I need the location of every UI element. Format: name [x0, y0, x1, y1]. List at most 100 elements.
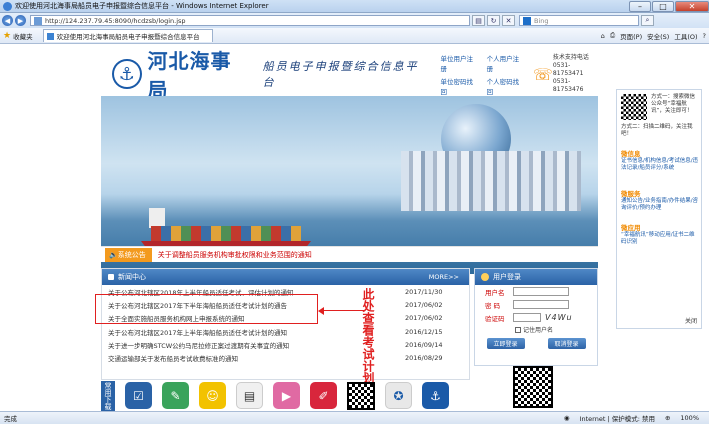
zone-text: Internet | 保护模式: 禁用	[579, 415, 655, 423]
remember-row: 记住用户名	[475, 324, 597, 335]
side-promo-panel: 方式一：搜索微信公众号“幸福航讯”，关注即可！ 方式二：扫描二维码，关注我吧！ …	[616, 89, 702, 329]
side-close-link[interactable]: 关闭	[685, 316, 697, 325]
header-links: 单位用户注册 个人用户注册 单位密码找回 个人密码找回	[440, 53, 524, 96]
zoom-icon[interactable]: ⊕	[665, 414, 670, 422]
app-qr-icon[interactable]	[347, 381, 375, 410]
login-buttons: 立即登录 取消登录	[475, 338, 597, 349]
cancel-button[interactable]: 取消登录	[547, 338, 586, 349]
annotation-arrowhead	[318, 307, 324, 315]
wechat-qr-icon	[621, 94, 647, 120]
person-password-link[interactable]: 个人密码找回	[487, 76, 525, 96]
tools-menu[interactable]: 工具(O)	[674, 31, 697, 41]
ship-bridge	[149, 208, 165, 228]
qr-method-two: 方式二：扫描二维码，关注我吧！	[621, 124, 693, 137]
badge-icon[interactable]: ✪	[385, 382, 412, 409]
forward-icon[interactable]: ▶	[15, 15, 26, 26]
help-icon[interactable]: ?	[703, 32, 706, 40]
brand-title: 河北海事局	[147, 49, 232, 102]
support-info: 技术支持电话 0531-81753471 0531-81753476	[552, 54, 589, 93]
checklist-icon[interactable]: ☑	[125, 382, 152, 409]
minimize-button[interactable]: –	[629, 0, 651, 12]
remember-checkbox[interactable]	[515, 326, 521, 333]
address-bar-row: ◀ ▶ http://124.237.79.45:8090/hcdzsb/log…	[0, 13, 709, 28]
news-row[interactable]: 交通运输部关于发布船员考试收费标准的通知 2016/08/29	[102, 351, 469, 364]
city-graphic	[401, 151, 581, 211]
password-input[interactable]	[513, 300, 569, 309]
anchor-icon[interactable]: ⚓	[422, 382, 449, 409]
compat-icon[interactable]: ▤	[472, 15, 485, 26]
news-header: 新闻中心 MORE>>	[102, 269, 469, 285]
browser-tab[interactable]: 欢迎使用河北海事局船员电子申报暨综合信息平台	[42, 29, 213, 42]
maximize-button[interactable]: □	[652, 0, 674, 12]
address-input[interactable]: http://124.237.79.45:8090/hcdzsb/login.j…	[30, 15, 470, 26]
anchor-logo-icon: ⚓	[112, 59, 142, 89]
ship-containers	[151, 226, 301, 242]
zoom-level[interactable]: 100%	[680, 414, 699, 422]
annotation-text: 此处查看考试计划	[361, 288, 375, 384]
favorites-button[interactable]: ★ 收藏夹	[3, 31, 33, 41]
more-link[interactable]: MORE>>	[429, 273, 459, 281]
refresh-icon[interactable]: ↻	[487, 15, 500, 26]
safety-menu[interactable]: 安全(S)	[647, 31, 669, 41]
notice-bar: 🔈 系统公告 关于调整船员服务机构审批权限和业务范围的通知	[101, 246, 598, 262]
qr-code	[513, 366, 553, 408]
login-header: 用户登录	[475, 269, 597, 285]
weixin-items: 证书信息/机构信息/考试信息/违法记录/船员评分/系统	[621, 158, 699, 171]
back-icon[interactable]: ◀	[2, 15, 13, 26]
status-right: ◉ Internet | 保护模式: 禁用 ⊕ 100%	[564, 413, 709, 423]
username-input[interactable]	[513, 287, 569, 296]
page-menu[interactable]: 页面(P)	[620, 31, 642, 41]
command-bar: ⌂ ⎙ 页面(P) 安全(S) 工具(O) ?	[596, 31, 709, 41]
status-text: 完成	[4, 415, 17, 423]
page-content: ⚓ 河北海事局 船员电子申报暨综合信息平台 单位用户注册 个人用户注册 单位密码…	[0, 44, 709, 411]
captcha-image[interactable]: V4Wu	[545, 313, 573, 322]
phone-icon: ☏	[532, 64, 553, 84]
login-panel: 用户登录 用户名 密 码 验证码 V4Wu 记住用户名 立即登录 取消登录	[474, 268, 598, 366]
speaker-icon: 🔈	[109, 250, 118, 259]
close-button[interactable]: ✕	[675, 0, 709, 12]
tab-page-icon	[46, 32, 54, 40]
captcha-input[interactable]	[513, 313, 541, 322]
service-items: 通知公告/业务指南/办件结果/咨询评价/预约办理	[621, 198, 699, 211]
site-header: ⚓ 河北海事局 船员电子申报暨综合信息平台 单位用户注册 个人用户注册 单位密码…	[110, 49, 600, 102]
person-register-link[interactable]: 个人用户注册	[487, 53, 525, 73]
video-icon[interactable]: ▶	[273, 382, 300, 409]
unit-register-link[interactable]: 单位用户注册	[440, 53, 478, 73]
app-title: 微应用	[621, 224, 641, 232]
favorites-bar: ★ 收藏夹 欢迎使用河北海事局船员电子申报暨综合信息平台 ⌂ ⎙ 页面(P) 安…	[0, 28, 709, 44]
edit-icon[interactable]: ✎	[162, 382, 189, 409]
quick-label: 常用下载	[101, 380, 115, 411]
weixin-title: 微信息	[621, 150, 641, 158]
login-button[interactable]: 立即登录	[486, 338, 525, 349]
brand-subtitle: 船员电子申报暨综合信息平台	[262, 60, 419, 89]
username-row: 用户名	[475, 285, 597, 298]
globe-icon: ◉	[563, 414, 570, 422]
status-bar: 完成 ◉ Internet | 保护模式: 禁用 ⊕ 100%	[0, 411, 709, 424]
stop-icon[interactable]: ✕	[502, 15, 515, 26]
bing-icon	[523, 16, 531, 25]
search-icon[interactable]: ⌕	[641, 15, 654, 26]
home-icon[interactable]: ⌂	[601, 32, 605, 40]
user-icon	[481, 273, 489, 281]
wechat-qr-text: 方式一：搜索微信公众号“幸福航讯”，关注即可！	[651, 94, 696, 114]
search-input[interactable]: Bing	[519, 15, 639, 26]
people-icon[interactable]: ☺	[199, 382, 226, 409]
news-panel: 新闻中心 MORE>> 关于公布河北辖区2018年上半年船员适任考试、评估计划的…	[101, 268, 470, 380]
print-icon[interactable]: ⎙	[610, 31, 615, 40]
clipboard-icon[interactable]: ▤	[236, 382, 263, 409]
unit-password-link[interactable]: 单位密码找回	[440, 76, 478, 96]
notice-tag: 🔈 系统公告	[105, 247, 152, 262]
news-row[interactable]: 关于进一步明确STCW公约马尼拉修正案过渡期有关事宜的通知 2016/09/14	[102, 338, 469, 351]
news-icon	[108, 274, 114, 280]
captcha-row: 验证码 V4Wu	[485, 313, 573, 323]
highlight-box	[95, 294, 318, 324]
news-row[interactable]: 关于公布河北辖区2017年上半年海船船员适任考试计划的通知 2016/12/15	[102, 325, 469, 338]
ie-icon	[3, 1, 12, 11]
notice-link[interactable]: 关于调整船员服务机构审批权限和业务范围的通知	[158, 250, 312, 260]
app-items: “幸福航讯”移动应用/证书二维码识别	[621, 232, 695, 245]
service-title: 微服务	[621, 190, 641, 198]
window-title: 欢迎使用河北海事局船员电子申报暨综合信息平台 - Windows Interne…	[15, 2, 269, 10]
page-icon	[34, 16, 42, 25]
pen-icon[interactable]: ✐	[310, 382, 337, 409]
star-icon: ★	[3, 30, 12, 41]
